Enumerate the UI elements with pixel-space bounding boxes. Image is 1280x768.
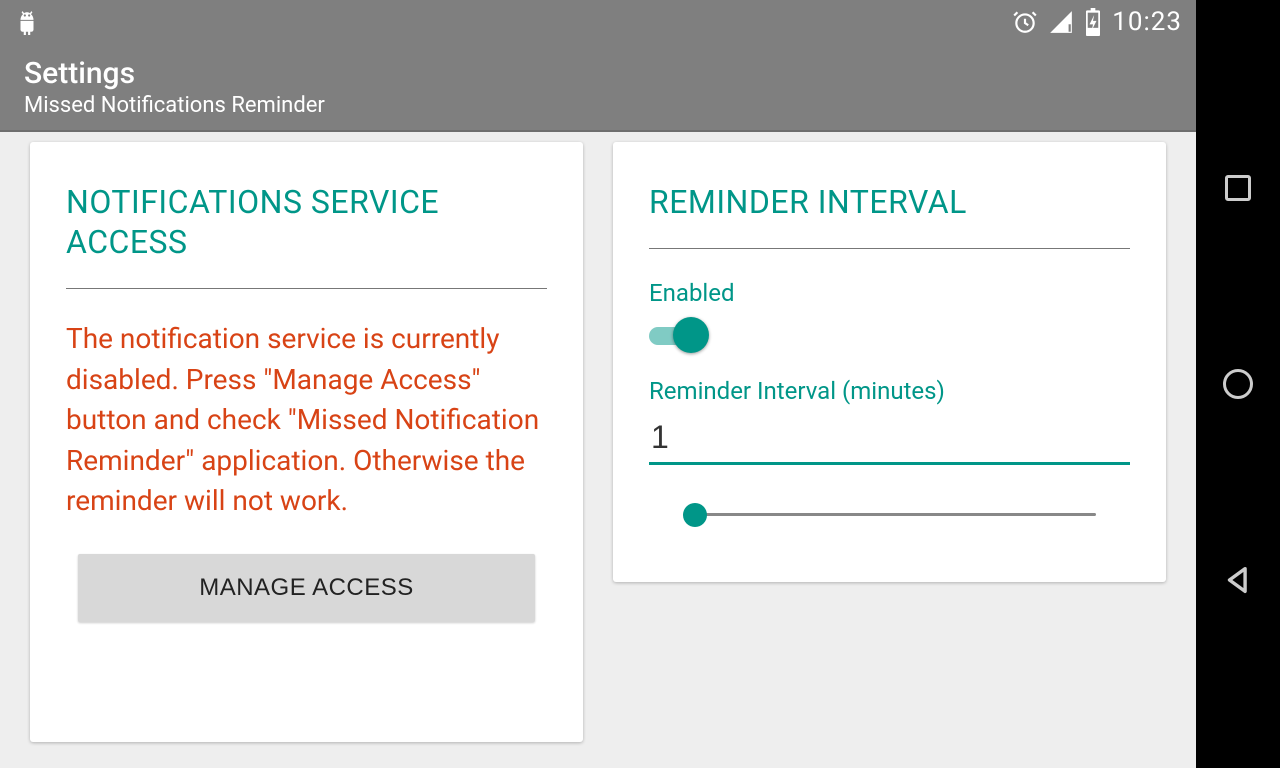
interval-input[interactable] <box>649 411 1130 465</box>
enabled-switch[interactable] <box>649 317 709 353</box>
back-button[interactable] <box>1218 560 1258 600</box>
page-title: Settings <box>24 56 1172 91</box>
signal-icon <box>1048 9 1074 35</box>
battery-icon <box>1084 8 1102 36</box>
card-notifications-access: NOTIFICATIONS SERVICE ACCESS The notific… <box>30 142 583 742</box>
card-reminder-interval: REMINDER INTERVAL Enabled Reminder Inter… <box>613 142 1166 582</box>
home-button[interactable] <box>1218 364 1258 404</box>
system-nav-bar <box>1196 0 1280 768</box>
content-area: NOTIFICATIONS SERVICE ACCESS The notific… <box>0 132 1196 768</box>
manage-access-button[interactable]: MANAGE ACCESS <box>78 554 535 622</box>
card-title: REMINDER INTERVAL <box>649 182 1130 249</box>
recent-apps-button[interactable] <box>1218 168 1258 208</box>
enabled-label: Enabled <box>649 279 1130 307</box>
status-time: 10:23 <box>1112 7 1182 37</box>
card-title: NOTIFICATIONS SERVICE ACCESS <box>66 182 547 289</box>
interval-label: Reminder Interval (minutes) <box>649 377 1130 405</box>
page-subtitle: Missed Notifications Reminder <box>24 93 1172 118</box>
android-debug-icon <box>14 7 40 37</box>
access-warning-text: The notification service is currently di… <box>66 319 547 522</box>
app-bar: Settings Missed Notifications Reminder <box>0 44 1196 132</box>
status-bar: 10:23 <box>0 0 1196 44</box>
alarm-icon <box>1012 9 1038 35</box>
interval-slider[interactable] <box>683 495 1097 535</box>
